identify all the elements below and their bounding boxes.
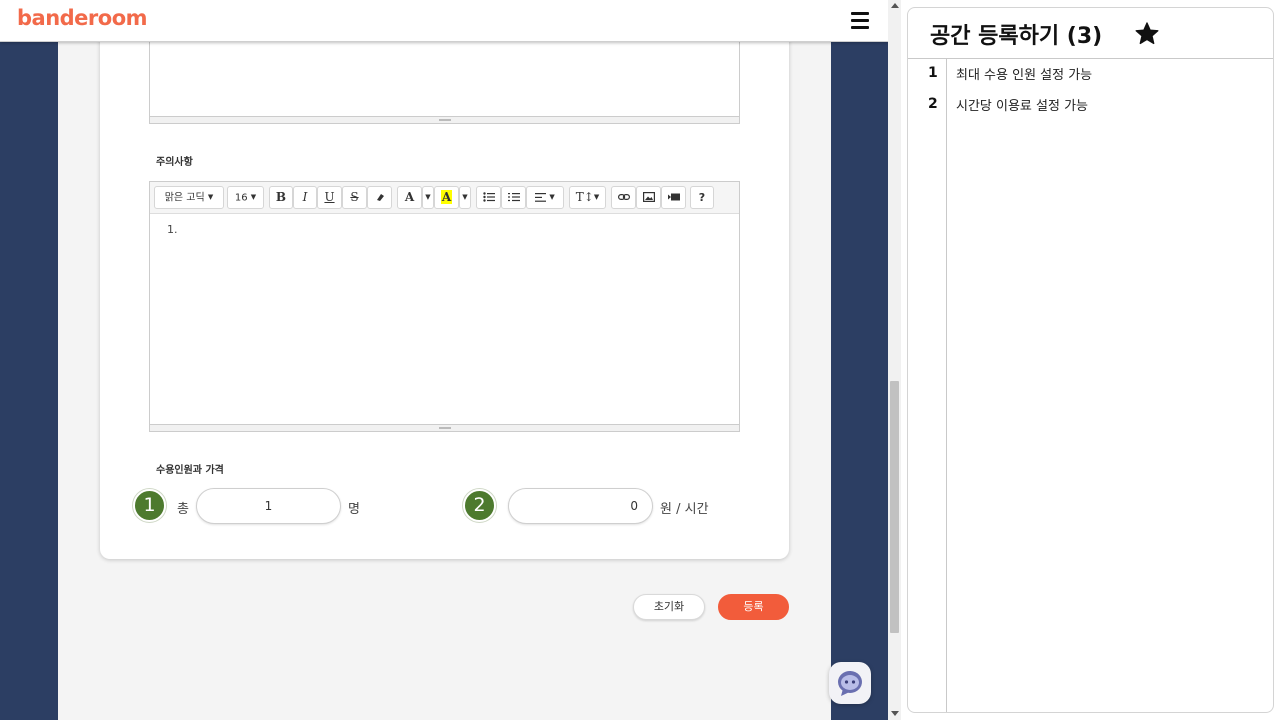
panel-divider — [908, 58, 1273, 59]
clear-format-button[interactable] — [367, 186, 392, 209]
strikethrough-button[interactable]: S — [342, 186, 367, 209]
space-form-card: 주의사항 맑은 고딕 ▼ 16 ▼ B I U S A ▼ A ▼ ▼ T↕▼ … — [100, 0, 789, 559]
max-capacity-input[interactable]: 1 — [196, 488, 341, 524]
bold-button[interactable]: B — [269, 186, 293, 209]
eraser-icon — [376, 194, 384, 201]
caret-down-icon: ▼ — [593, 193, 600, 201]
page-content: 주의사항 맑은 고딕 ▼ 16 ▼ B I U S A ▼ A ▼ ▼ T↕▼ … — [58, 0, 831, 720]
video-icon — [667, 193, 680, 201]
help-button[interactable]: ? — [690, 186, 714, 209]
panel-title: 공간 등록하기 (3) — [930, 24, 1103, 49]
strikethrough-icon: S — [350, 190, 359, 204]
font-family-value: 맑은 고딕 — [164, 192, 205, 204]
browser-viewport: 주의사항 맑은 고딕 ▼ 16 ▼ B I U S A ▼ A ▼ ▼ T↕▼ … — [0, 0, 888, 720]
note-text: 시간당 이용료 설정 가능 — [956, 99, 1088, 114]
help-icon: ? — [698, 191, 706, 204]
bold-icon: B — [275, 190, 287, 204]
annotation-panel: 공간 등록하기 (3) 1 최대 수용 인원 설정 가능 2 시간당 이용료 설… — [907, 7, 1274, 713]
note-row: 2 시간당 이용료 설정 가능 — [908, 92, 1273, 116]
hamburger-icon — [851, 12, 869, 15]
align-left-icon — [535, 193, 547, 202]
submit-button[interactable]: 등록 — [718, 594, 789, 620]
page-scrollbar[interactable] — [888, 0, 901, 720]
highlight-icon: A — [440, 190, 453, 204]
image-icon — [642, 192, 655, 203]
scroll-thumb[interactable] — [890, 381, 899, 633]
capacity-unit: 명 — [348, 502, 360, 517]
chat-button[interactable] — [829, 662, 871, 704]
menu-button[interactable] — [851, 12, 869, 29]
numbered-list-icon — [507, 193, 520, 202]
underline-button[interactable]: U — [317, 186, 342, 209]
font-color-icon: A — [404, 190, 415, 204]
underline-icon: U — [324, 190, 335, 204]
annotation-badge-2: 2 — [463, 489, 496, 522]
font-family-select[interactable]: 맑은 고딕 ▼ — [154, 186, 224, 209]
editor-resize-handle[interactable] — [150, 424, 739, 431]
caution-label: 주의사항 — [156, 157, 193, 168]
numbered-list-button[interactable] — [501, 186, 526, 209]
font-size-value: 16 — [234, 192, 248, 204]
caret-down-icon: ▼ — [462, 193, 468, 201]
total-prefix: 총 — [177, 502, 189, 517]
caret-down-icon: ▼ — [425, 193, 431, 201]
bullet-list-button[interactable] — [476, 186, 501, 209]
annotation-badge-1: 1 — [133, 489, 166, 522]
font-color-dropdown[interactable]: ▼ — [422, 186, 434, 209]
list-item-number: 1. — [167, 223, 178, 236]
editor-toolbar: 맑은 고딕 ▼ 16 ▼ B I U S A ▼ A ▼ ▼ T↕▼ ? — [150, 182, 739, 214]
capacity-price-label: 수용인원과 가격 — [156, 465, 224, 476]
line-height-select[interactable]: T↕▼ — [569, 186, 606, 209]
editor-resize-handle[interactable] — [150, 116, 739, 123]
price-unit: 원 / 시간 — [660, 502, 709, 517]
link-icon — [617, 194, 630, 201]
brand-logo[interactable]: banderoom — [17, 6, 148, 30]
highlight-color-dropdown[interactable]: ▼ — [459, 186, 471, 209]
hourly-price-input[interactable]: 0 — [508, 488, 653, 524]
caret-down-icon: ▼ — [207, 193, 214, 201]
insert-link-button[interactable] — [611, 186, 636, 209]
caret-down-icon: ▼ — [549, 193, 555, 201]
note-number: 2 — [928, 96, 938, 112]
scroll-up-arrow-icon[interactable] — [891, 3, 899, 8]
paragraph-align-select[interactable]: ▼ — [526, 186, 564, 209]
panel-column-line — [946, 58, 947, 712]
reset-button[interactable]: 초기화 — [633, 594, 705, 620]
bullet-list-icon — [482, 192, 495, 202]
note-text: 최대 수용 인원 설정 가능 — [956, 68, 1093, 83]
line-height-icon: T↕ — [575, 190, 594, 204]
star-icon[interactable] — [1134, 21, 1160, 47]
insert-video-button[interactable] — [661, 186, 686, 209]
caret-down-icon: ▼ — [250, 193, 257, 201]
font-color-button[interactable]: A — [397, 186, 422, 209]
insert-image-button[interactable] — [636, 186, 661, 209]
chatbot-icon — [837, 670, 862, 696]
caution-editor: 맑은 고딕 ▼ 16 ▼ B I U S A ▼ A ▼ ▼ T↕▼ ? 1. — [149, 181, 740, 432]
italic-icon: I — [302, 190, 308, 204]
scroll-down-arrow-icon[interactable] — [891, 711, 899, 716]
font-size-select[interactable]: 16 ▼ — [227, 186, 264, 209]
note-number: 1 — [928, 65, 938, 81]
note-row: 1 최대 수용 인원 설정 가능 — [908, 61, 1273, 85]
site-header: banderoom — [0, 0, 888, 42]
highlight-color-button[interactable]: A — [434, 186, 459, 209]
caution-editor-body[interactable]: 1. — [150, 214, 739, 424]
italic-button[interactable]: I — [293, 186, 317, 209]
